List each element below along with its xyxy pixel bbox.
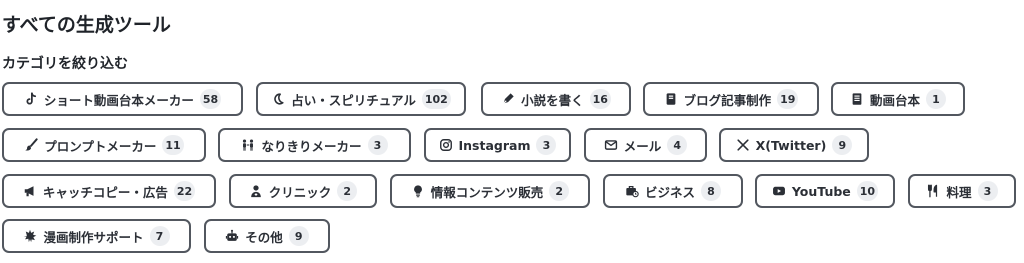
filter-heading: カテゴリを絞り込む xyxy=(2,56,128,72)
briefcase-icon xyxy=(625,184,639,198)
category-chip-blog[interactable]: ブログ記事制作 19 xyxy=(643,82,819,116)
lightbulb-icon xyxy=(411,184,425,198)
category-count-badge: 4 xyxy=(667,135,688,155)
category-count-badge: 19 xyxy=(777,89,799,109)
category-chip-youtube[interactable]: YouTube 10 xyxy=(755,174,895,208)
category-count-badge: 22 xyxy=(173,181,196,201)
instagram-icon xyxy=(439,138,453,152)
envelope-icon xyxy=(604,138,618,152)
category-count-badge: 2 xyxy=(337,181,358,201)
category-chip-other[interactable]: その他 9 xyxy=(204,219,330,253)
category-count-badge: 3 xyxy=(367,135,388,155)
category-label: クリニック xyxy=(268,184,332,200)
category-chip-novel[interactable]: 小説を書く 16 xyxy=(481,82,631,116)
doctor-icon xyxy=(249,184,263,198)
book-icon xyxy=(664,92,678,106)
robot-icon xyxy=(225,229,239,243)
tiktok-icon xyxy=(24,92,38,106)
people-icon xyxy=(241,138,255,152)
utensils-icon xyxy=(926,184,940,198)
category-label: 料理 xyxy=(946,184,972,200)
burst-icon xyxy=(23,229,37,243)
category-count-badge: 7 xyxy=(149,226,170,246)
category-count-badge: 3 xyxy=(536,135,557,155)
category-label: ショート動画台本メーカー xyxy=(43,92,194,108)
category-chip-short-video[interactable]: ショート動画台本メーカー 58 xyxy=(2,82,243,116)
page-title: すべての生成ツール xyxy=(2,14,171,36)
category-label: その他 xyxy=(245,229,283,245)
category-chip-fortune[interactable]: 占い・スピリチュアル 102 xyxy=(256,82,466,116)
category-chip-instagram[interactable]: Instagram 3 xyxy=(424,128,571,162)
category-count-badge: 102 xyxy=(421,89,451,109)
category-label: X(Twitter) xyxy=(755,137,827,153)
category-chip-cooking[interactable]: 料理 3 xyxy=(908,174,1016,208)
category-label: 動画台本 xyxy=(869,92,920,108)
pen-nib-icon xyxy=(501,92,515,106)
category-chip-business[interactable]: ビジネス 8 xyxy=(603,174,743,208)
category-chip-clinic[interactable]: クリニック 2 xyxy=(229,174,377,208)
brush-icon xyxy=(24,138,38,152)
category-label: 占い・スピリチュアル xyxy=(291,92,416,108)
category-label: なりきりメーカー xyxy=(261,138,362,154)
youtube-icon xyxy=(772,184,786,198)
category-chip-x-twitter[interactable]: X(Twitter) 9 xyxy=(719,128,869,162)
category-label: 小説を書く xyxy=(521,92,584,108)
category-chip-manga[interactable]: 漫画制作サポート 7 xyxy=(2,219,191,253)
category-count-badge: 11 xyxy=(162,135,184,155)
category-count-badge: 16 xyxy=(589,89,611,109)
x-logo-icon xyxy=(736,138,750,152)
category-count-badge: 8 xyxy=(701,181,721,201)
category-count-badge: 10 xyxy=(856,181,879,201)
category-chip-roleplay[interactable]: なりきりメーカー 3 xyxy=(218,128,411,162)
category-count-badge: 2 xyxy=(549,181,570,201)
category-label: プロンプトメーカー xyxy=(44,138,157,154)
category-label: ビジネス xyxy=(644,184,695,200)
tool-list-page: すべての生成ツール カテゴリを絞り込む ショート動画台本メーカー 58 占い・ス… xyxy=(0,0,1024,263)
category-label: ブログ記事制作 xyxy=(683,92,772,108)
megaphone-icon xyxy=(23,184,37,198)
script-icon xyxy=(850,92,864,106)
category-label: キャッチコピー・広告 xyxy=(42,184,168,200)
moon-icon xyxy=(271,92,285,106)
category-chip-copywriting[interactable]: キャッチコピー・広告 22 xyxy=(2,174,216,208)
category-chip-mail[interactable]: メール 4 xyxy=(584,128,707,162)
category-count-badge: 58 xyxy=(199,89,222,109)
category-count-badge: 1 xyxy=(926,89,946,109)
category-label: YouTube xyxy=(791,183,851,199)
category-label: メール xyxy=(623,138,662,154)
category-chip-info-content[interactable]: 情報コンテンツ販売 2 xyxy=(390,174,590,208)
category-label: 漫画制作サポート xyxy=(43,229,144,245)
category-label: 情報コンテンツ販売 xyxy=(430,184,544,200)
category-count-badge: 9 xyxy=(832,135,853,155)
category-count-badge: 3 xyxy=(977,181,998,201)
category-chip-prompt[interactable]: プロンプトメーカー 11 xyxy=(2,128,206,162)
category-chip-video-script[interactable]: 動画台本 1 xyxy=(831,82,965,116)
category-label: Instagram xyxy=(458,137,531,153)
category-count-badge: 9 xyxy=(288,226,309,246)
